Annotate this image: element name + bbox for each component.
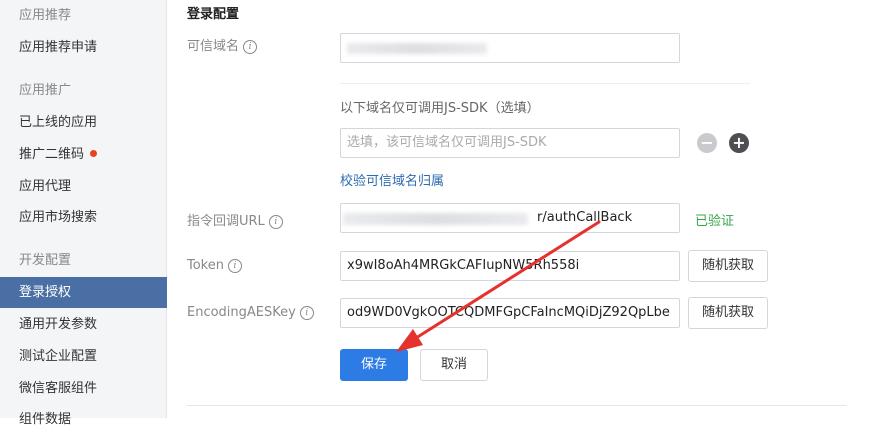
aes-key-label-text: EncodingAESKey [187,305,296,320]
sidebar-item-login-auth[interactable]: 登录授权 [0,277,167,308]
info-icon[interactable]: i [243,39,258,54]
cancel-button[interactable]: 取消 [420,349,488,381]
info-icon[interactable]: i [268,214,283,229]
sidebar-item-market-search[interactable]: 应用市场搜索 [0,202,167,233]
info-icon[interactable]: i [228,258,242,273]
aes-key-input[interactable]: od9WD0VgkOOTCQDMFGpCFaIncMQiDjZ92QpLbe [340,298,680,328]
trusted-domain-input[interactable] [340,33,680,63]
jssdk-hint: 以下域名仅可调用JS-SDK（选填） [340,101,540,116]
aes-key-label: EncodingAESKey i [187,305,314,320]
minus-circle-icon[interactable]: − [697,133,717,153]
sidebar: 应用推荐 应用推荐申请 应用推广 已上线的应用 推广二维码 应用代理 应用市场搜… [0,0,167,427]
callback-url-label-text: 指令回调URL [187,214,265,229]
sidebar-group-dev-config: 开发配置 [19,253,72,268]
info-icon[interactable]: i [299,305,314,320]
trusted-domain-label: 可信域名 i [187,35,258,54]
save-button[interactable]: 保存 [340,349,408,381]
plus-circle-icon[interactable]: + [729,133,749,153]
sidebar-item-app-recommend-apply[interactable]: 应用推荐申请 [0,32,167,63]
redacted-value [343,213,528,225]
token-random-button[interactable]: 随机获取 [688,250,768,282]
sidebar-item-component-data[interactable]: 组件数据 [0,404,167,435]
section-title: 登录配置 [187,7,240,22]
token-input[interactable]: x9wI8oAh4MRGkCAFIupNW5Rh558i [340,251,680,281]
jssdk-domain-input[interactable]: 选填，该可信域名仅可调用JS-SDK [340,128,680,158]
sidebar-group-app-recommend: 应用推荐 [19,8,72,23]
redacted-value [347,43,487,54]
aes-key-random-button[interactable]: 随机获取 [688,297,768,329]
sidebar-item-label: 推广二维码 [19,147,85,162]
callback-url-value: r/authCallBack [537,210,633,225]
notification-dot [90,150,98,157]
sidebar-item-promo-qrcode[interactable]: 推广二维码 [0,139,167,170]
callback-url-label: 指令回调URL i [187,210,283,229]
trusted-domain-label-text: 可信域名 [187,39,240,54]
sidebar-item-online-apps[interactable]: 已上线的应用 [0,107,167,138]
divider [187,405,847,406]
sidebar-item-test-enterprise[interactable]: 测试企业配置 [0,341,167,372]
token-label: Token i [187,258,242,273]
sidebar-item-general-dev-params[interactable]: 通用开发参数 [0,309,167,340]
sidebar-item-app-agent[interactable]: 应用代理 [0,171,167,202]
token-label-text: Token [187,258,224,273]
verify-domain-link[interactable]: 校验可信域名归属 [340,170,444,189]
verified-status: 已验证 [695,214,735,229]
divider [340,83,750,84]
sidebar-item-wechat-service[interactable]: 微信客服组件 [0,373,167,404]
callback-url-input[interactable]: r/authCallBack [340,203,680,233]
login-config-panel: 登录配置 可信域名 i 以下域名仅可调用JS-SDK（选填） 选填，该可信域名仅可… [167,0,876,418]
sidebar-group-app-promotion: 应用推广 [19,83,72,98]
